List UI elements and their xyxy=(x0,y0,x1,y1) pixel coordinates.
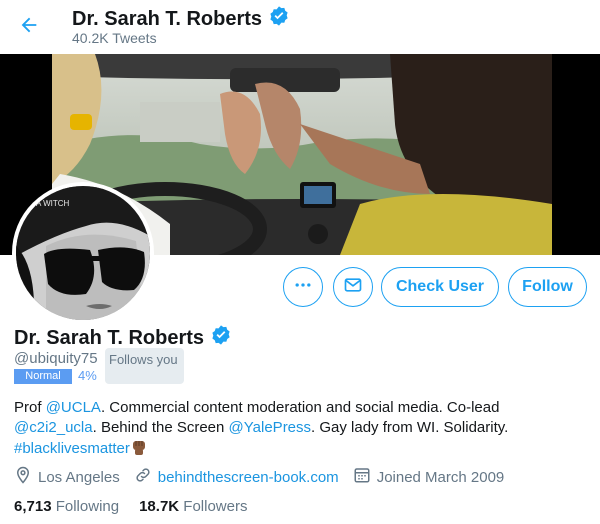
follow-button[interactable]: Follow xyxy=(508,267,587,307)
link-icon xyxy=(134,466,152,488)
following-label: Following xyxy=(55,498,120,515)
message-button[interactable] xyxy=(333,267,373,307)
following-stat[interactable]: 6,713 Following xyxy=(14,498,119,515)
profile-meta: Los Angeles behindthescreen-book.com Joi… xyxy=(14,466,518,488)
envelope-icon xyxy=(343,275,363,300)
profile-stats: 6,713 Following 18.7K Followers xyxy=(14,498,247,515)
followers-count: 18.7K xyxy=(139,498,180,515)
followers-stat[interactable]: 18.7K Followers xyxy=(139,498,247,515)
location-pin-icon xyxy=(14,466,32,488)
joined-text: Joined March 2009 xyxy=(376,468,505,486)
followers-label: Followers xyxy=(183,498,248,515)
profile-handle: @ubiquity75 xyxy=(14,350,98,367)
calendar-icon xyxy=(353,466,371,488)
location-text: Los Angeles xyxy=(38,468,120,486)
header-name: Dr. Sarah T. Roberts xyxy=(72,5,290,33)
joined-item: Joined March 2009 xyxy=(353,466,505,488)
bio-link-c2i2[interactable]: @c2i2_ucla xyxy=(14,419,93,436)
avatar-overlay-text: A WITCH xyxy=(36,199,70,208)
check-user-button[interactable]: Check User xyxy=(381,267,499,307)
bio-text-2: . Commercial content moderation and soci… xyxy=(100,399,500,416)
bio-link-ucla[interactable]: @UCLA xyxy=(46,399,101,416)
follows-you-badge: Follows you xyxy=(105,348,184,384)
profile-name-text: Dr. Sarah T. Roberts xyxy=(14,326,205,349)
bio-text-1: Prof xyxy=(14,399,46,416)
bio-text-4: . Gay lady from WI. Solidarity. xyxy=(311,419,509,436)
verified-badge-icon xyxy=(268,5,290,33)
back-button[interactable] xyxy=(14,12,44,42)
avatar-image: A WITCH xyxy=(16,186,150,320)
location-item: Los Angeles xyxy=(14,466,120,488)
tweets-count: 40.2K Tweets xyxy=(72,30,157,46)
status-percent: 4% xyxy=(78,368,97,383)
more-options-button[interactable] xyxy=(283,267,323,307)
more-horizontal-icon xyxy=(293,275,313,300)
following-count: 6,713 xyxy=(14,498,52,515)
website-link[interactable]: behindthescreen-book.com xyxy=(158,469,339,486)
profile-bio: Prof @UCLA. Commercial content moderatio… xyxy=(14,398,584,459)
profile-avatar[interactable]: A WITCH xyxy=(12,182,154,324)
status-badge: Normal xyxy=(14,369,72,384)
bio-text-3: . Behind the Screen xyxy=(92,419,229,436)
verified-badge-icon xyxy=(210,324,232,352)
raised-fist-emoji-icon xyxy=(130,440,148,457)
arrow-left-icon xyxy=(18,14,40,41)
header-name-text: Dr. Sarah T. Roberts xyxy=(72,7,263,30)
profile-header: Dr. Sarah T. Roberts 40.2K Tweets xyxy=(0,0,600,53)
bio-link-yalepress[interactable]: @YalePress xyxy=(229,419,311,436)
website-item[interactable]: behindthescreen-book.com xyxy=(134,466,339,488)
bio-hashtag-blacklivesmatter[interactable]: #blacklivesmatter xyxy=(14,440,130,457)
